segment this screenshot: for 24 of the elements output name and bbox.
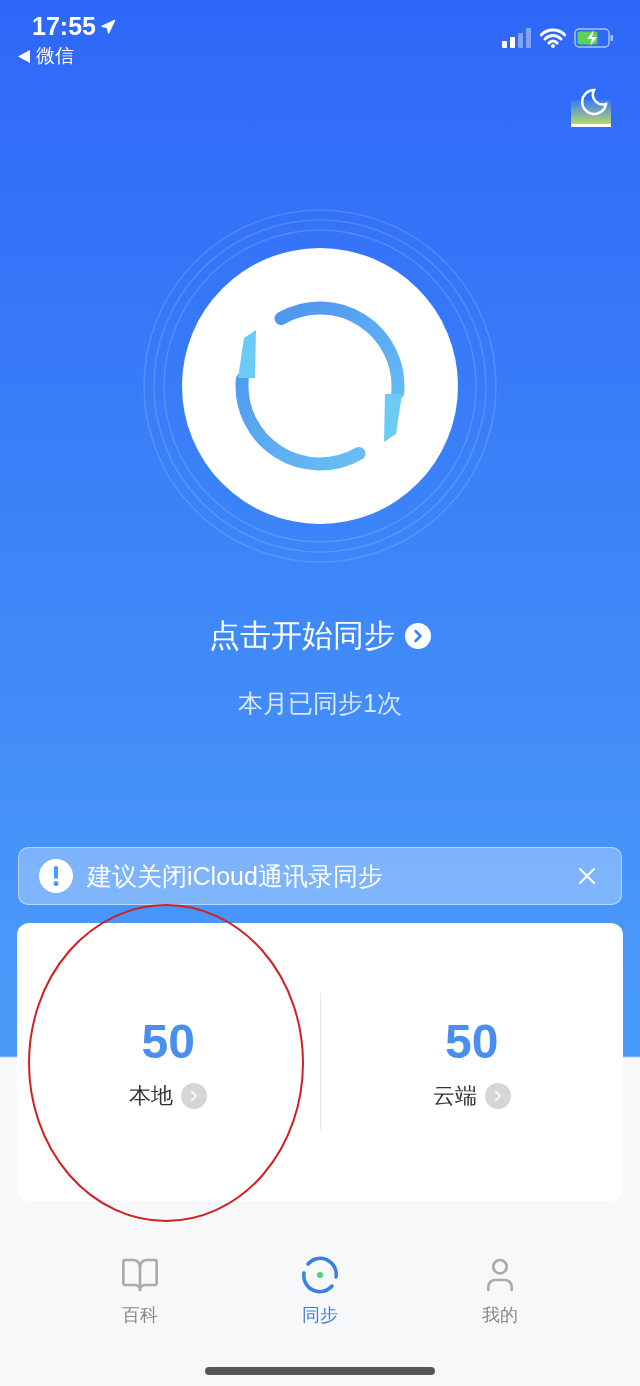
count-label-link[interactable]: 云端 — [432, 1080, 511, 1111]
back-icon[interactable] — [18, 49, 30, 63]
sync-count-text: 本月已同步1次 — [237, 688, 403, 719]
tab[interactable]: 百科 — [100, 1255, 180, 1327]
wifi-icon — [540, 28, 566, 48]
contact-count: 50 — [141, 1013, 195, 1069]
chevron-icon — [181, 1082, 208, 1109]
alert-icon — [39, 859, 73, 893]
back-link[interactable]: 微信 — [36, 43, 74, 69]
chevron-icon — [484, 1082, 511, 1109]
count-label-link[interactable]: 本地 — [129, 1080, 208, 1111]
start-sync-link[interactable]: 点击开始同步 — [209, 615, 395, 657]
night-mode-icon[interactable] — [568, 86, 614, 128]
status-time: 17:55 — [32, 12, 96, 41]
tab[interactable]: 我的 — [460, 1255, 540, 1327]
notice-text: 建议关闭iCloud通讯录同步 — [87, 860, 384, 892]
sync-icon — [300, 1255, 340, 1295]
signal-icon — [502, 28, 532, 48]
sync-button[interactable] — [182, 248, 458, 524]
location-icon — [99, 18, 116, 35]
battery-charging-icon — [574, 28, 614, 48]
contact-count: 50 — [445, 1013, 499, 1069]
chevron-icon — [405, 623, 431, 649]
tab[interactable]: 同步 — [280, 1255, 360, 1327]
